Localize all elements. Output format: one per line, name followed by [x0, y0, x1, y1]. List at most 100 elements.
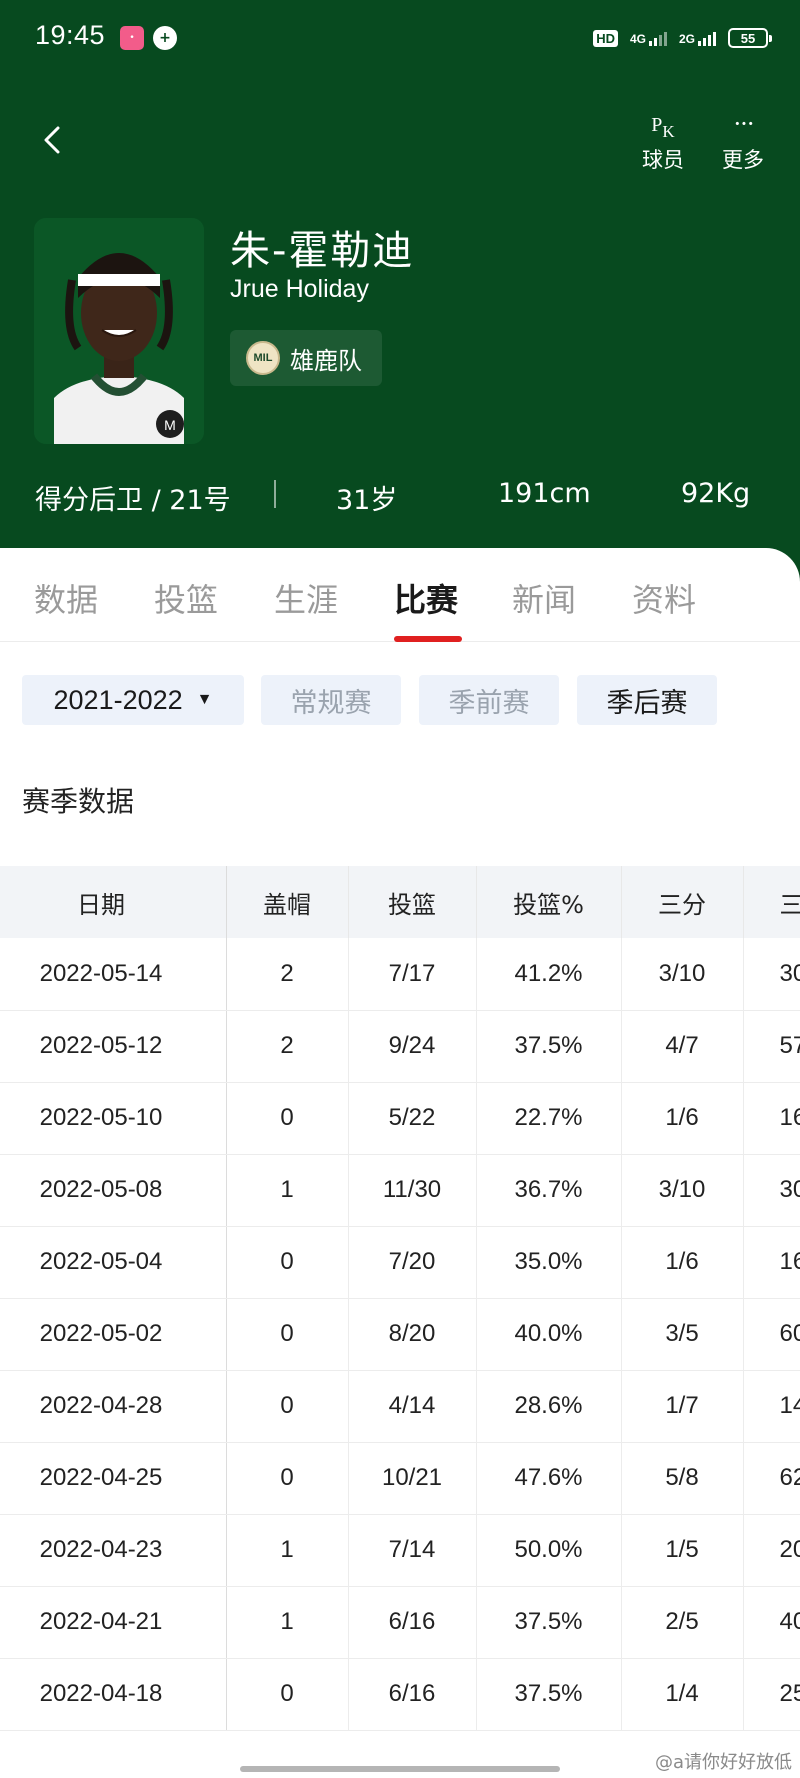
header-3pt-pct: 三 — [743, 866, 800, 938]
player-age: 31岁 — [336, 485, 398, 516]
more-icon: ··· — [733, 109, 755, 138]
cell-fg-pct: 41.2% — [476, 938, 622, 1011]
table-row[interactable]: 2022-05-02 0 8/20 40.0% 3/5 60 — [0, 1298, 800, 1371]
cell-spacer — [202, 1586, 227, 1659]
back-button[interactable] — [38, 122, 68, 158]
svg-text:M: M — [164, 417, 176, 433]
cell-3pt-pct: 20 — [743, 1514, 800, 1587]
tab-shooting[interactable]: 投篮 — [154, 575, 218, 621]
cell-fg-pct: 40.0% — [476, 1298, 622, 1371]
table-row[interactable]: 2022-05-14 2 7/17 41.2% 3/10 30 — [0, 938, 800, 1011]
watermark: @a请你好好放低 — [654, 1752, 792, 1773]
cell-spacer — [202, 1226, 227, 1299]
cell-blocks: 0 — [226, 1658, 349, 1731]
cell-spacer — [202, 1658, 227, 1731]
cell-fg-pct: 50.0% — [476, 1514, 622, 1587]
season-dropdown[interactable]: 2021-2022 ▼ — [22, 675, 244, 725]
home-indicator[interactable] — [240, 1766, 560, 1772]
header-fg-pct: 投篮% — [476, 866, 622, 938]
cell-blocks: 0 — [226, 1298, 349, 1371]
table-row[interactable]: 2022-05-04 0 7/20 35.0% 1/6 16 — [0, 1226, 800, 1299]
table-row[interactable]: 2022-05-12 2 9/24 37.5% 4/7 57 — [0, 1010, 800, 1083]
player-avatar: M — [34, 218, 204, 444]
cell-spacer — [202, 1154, 227, 1227]
cell-3pt-pct: 16 — [743, 1226, 800, 1299]
table-row[interactable]: 2022-05-08 1 11/30 36.7% 3/10 30 — [0, 1154, 800, 1227]
cell-date: 2022-05-04 — [0, 1226, 202, 1299]
chevron-left-icon — [44, 126, 60, 154]
game-notification-icon: + — [153, 26, 177, 50]
cell-date: 2022-05-08 — [0, 1154, 202, 1227]
cell-3pt-pct: 30 — [743, 938, 800, 1011]
cell-3pt-pct: 60 — [743, 1298, 800, 1371]
cell-date: 2022-04-23 — [0, 1514, 202, 1587]
cell-date: 2022-05-12 — [0, 1010, 202, 1083]
cell-fg-pct: 37.5% — [476, 1010, 622, 1083]
cell-3pt-pct: 14 — [743, 1370, 800, 1443]
cell-fg: 4/14 — [348, 1370, 477, 1443]
cell-fg-pct: 36.7% — [476, 1154, 622, 1227]
cell-date: 2022-05-14 — [0, 938, 202, 1011]
cell-fg-pct: 28.6% — [476, 1370, 622, 1443]
cell-fg: 7/20 — [348, 1226, 477, 1299]
cell-fg: 6/16 — [348, 1658, 477, 1731]
cell-blocks: 0 — [226, 1370, 349, 1443]
cell-fg-pct: 37.5% — [476, 1658, 622, 1731]
table-row[interactable]: 2022-04-18 0 6/16 37.5% 1/4 25 — [0, 1658, 800, 1731]
cell-date: 2022-04-28 — [0, 1370, 202, 1443]
cell-3pt: 3/5 — [621, 1298, 744, 1371]
cell-3pt-pct: 25 — [743, 1658, 800, 1731]
network-4g-icon: 4G — [630, 30, 667, 46]
cell-spacer — [202, 1010, 227, 1083]
cell-fg: 7/17 — [348, 938, 477, 1011]
cell-blocks: 0 — [226, 1442, 349, 1515]
cell-3pt: 5/8 — [621, 1442, 744, 1515]
header-3pt: 三分 — [621, 866, 744, 938]
tab-games[interactable]: 比赛 — [394, 575, 458, 621]
tab-bar: 数据 投篮 生涯 比赛 新闻 资料 — [0, 548, 800, 642]
cell-date: 2022-04-21 — [0, 1586, 202, 1659]
tab-news[interactable]: 新闻 — [512, 575, 576, 621]
cell-blocks: 1 — [226, 1514, 349, 1587]
tab-career[interactable]: 生涯 — [274, 575, 338, 621]
more-label: 更多 — [722, 148, 764, 172]
cell-3pt: 1/6 — [621, 1226, 744, 1299]
cell-spacer — [202, 1298, 227, 1371]
table-row[interactable]: 2022-05-10 0 5/22 22.7% 1/6 16 — [0, 1082, 800, 1155]
team-link[interactable]: MIL 雄鹿队 — [230, 330, 382, 386]
more-button[interactable]: ··· 更多 — [713, 108, 773, 174]
table-row[interactable]: 2022-04-21 1 6/16 37.5% 2/5 40 — [0, 1586, 800, 1659]
cell-blocks: 2 — [226, 1010, 349, 1083]
pk-player-button[interactable]: PK 球员 — [633, 108, 693, 174]
stats-table-container[interactable]: 日期 盖帽 投篮 投篮% 三分 三 2022-05-14 2 7/17 41.2% 3/… — [0, 866, 800, 1731]
status-indicators: HD 4G 2G 55 — [593, 24, 772, 52]
filter-regular-season[interactable]: 常规赛 — [261, 675, 401, 725]
cell-3pt-pct: 40 — [743, 1586, 800, 1659]
pk-player-label: 球员 — [642, 148, 684, 172]
status-time: 19:45 — [35, 20, 106, 50]
cell-3pt: 2/5 — [621, 1586, 744, 1659]
cell-3pt: 1/5 — [621, 1514, 744, 1587]
tab-profile[interactable]: 资料 — [632, 575, 696, 621]
cell-date: 2022-04-18 — [0, 1658, 202, 1731]
header-spacer — [202, 866, 227, 938]
team-logo-icon: MIL — [246, 341, 280, 375]
cell-fg: 8/20 — [348, 1298, 477, 1371]
table-row[interactable]: 2022-04-28 0 4/14 28.6% 1/7 14 — [0, 1370, 800, 1443]
filter-preseason[interactable]: 季前赛 — [419, 675, 559, 725]
status-bar: 19:45 • + HD 4G 2G 55 — [0, 0, 800, 75]
cell-3pt: 1/4 — [621, 1658, 744, 1731]
cell-blocks: 0 — [226, 1226, 349, 1299]
player-photo: M — [34, 218, 204, 444]
cell-fg-pct: 35.0% — [476, 1226, 622, 1299]
tab-data[interactable]: 数据 — [34, 575, 98, 621]
player-info-row: 得分后卫 / 21号 31岁 191cm 92Kg — [0, 470, 800, 520]
cell-3pt: 3/10 — [621, 938, 744, 1011]
table-row[interactable]: 2022-04-25 0 10/21 47.6% 5/8 62 — [0, 1442, 800, 1515]
filter-playoffs[interactable]: 季后赛 — [577, 675, 717, 725]
table-row[interactable]: 2022-04-23 1 7/14 50.0% 1/5 20 — [0, 1514, 800, 1587]
cell-fg-pct: 47.6% — [476, 1442, 622, 1515]
app-notification-icon: • — [120, 26, 144, 50]
hd-icon: HD — [593, 29, 618, 47]
cell-3pt-pct: 62 — [743, 1442, 800, 1515]
